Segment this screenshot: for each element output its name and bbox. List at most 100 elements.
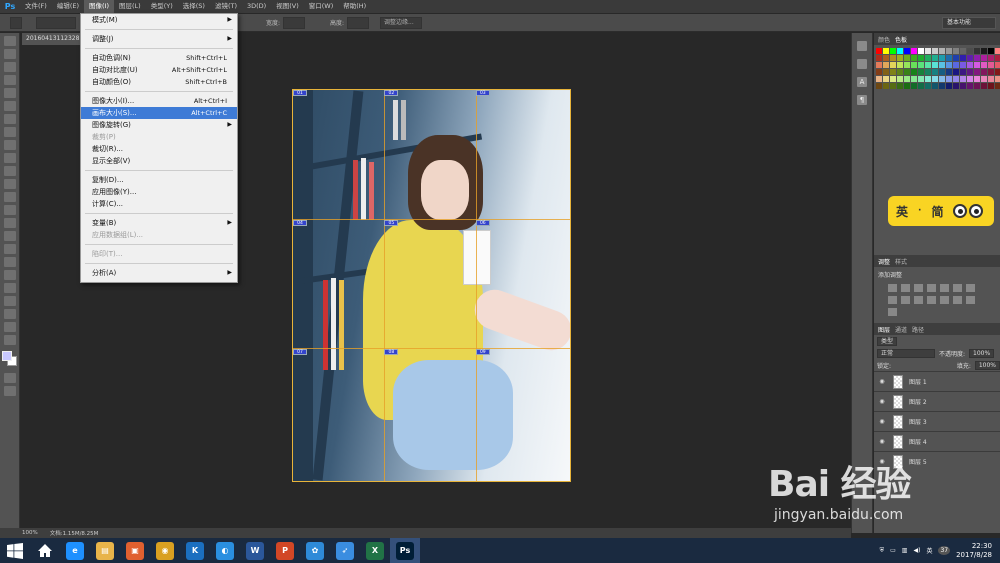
slice-label[interactable]: 06: [475, 220, 490, 227]
tab-paths[interactable]: 路径: [912, 325, 924, 334]
menu-6[interactable]: 滤镜(T): [210, 0, 242, 13]
tab-layers[interactable]: 图层: [878, 325, 890, 334]
width-input[interactable]: [283, 17, 305, 29]
color-swatch[interactable]: [904, 55, 910, 61]
color-swatch[interactable]: [988, 55, 994, 61]
color-swatch[interactable]: [939, 76, 945, 82]
slice-label[interactable]: 08: [384, 349, 399, 356]
color-swatch[interactable]: [946, 62, 952, 68]
document-tab[interactable]: 20160413112328...: [22, 33, 82, 45]
document-image[interactable]: 01 02 03 04 05 06 07 08 09: [292, 89, 571, 482]
paragraph-icon[interactable]: ¶: [857, 95, 867, 105]
color-swatch[interactable]: [995, 83, 1000, 89]
menu-item-0[interactable]: 模式(M) ▶: [81, 14, 237, 26]
menu-item-3[interactable]: 自动对比度(U) Alt+Shift+Ctrl+L: [81, 64, 237, 76]
app-qq-browser-icon[interactable]: ◐: [210, 538, 240, 563]
slice-label[interactable]: 01: [293, 90, 307, 96]
color-swatch[interactable]: [953, 62, 959, 68]
adjustment-icon[interactable]: [888, 296, 897, 304]
tool-icon[interactable]: [3, 218, 16, 228]
color-swatch[interactable]: [918, 76, 924, 82]
color-swatch[interactable]: [918, 69, 924, 75]
color-swatch[interactable]: [932, 83, 938, 89]
menu-5[interactable]: 选择(S): [178, 0, 210, 13]
explorer-icon[interactable]: ▤: [90, 538, 120, 563]
network-icon[interactable]: ▥: [902, 547, 908, 554]
adjustment-icon[interactable]: [901, 284, 910, 292]
character-icon[interactable]: A: [857, 77, 867, 87]
color-swatch[interactable]: [995, 76, 1000, 82]
color-swatch[interactable]: [946, 55, 952, 61]
color-swatch[interactable]: [932, 48, 938, 54]
color-swatch[interactable]: [904, 62, 910, 68]
tool-icon[interactable]: [3, 101, 16, 111]
color-swatch[interactable]: [932, 69, 938, 75]
color-swatch[interactable]: [967, 48, 973, 54]
menu-item-1[interactable]: 调整(J) ▶: [81, 33, 237, 45]
visibility-eye-icon[interactable]: ◉: [877, 458, 887, 465]
tool-icon[interactable]: [3, 114, 16, 124]
tab-color[interactable]: 颜色: [878, 35, 890, 44]
color-swatch[interactable]: [953, 69, 959, 75]
color-swatch[interactable]: [995, 69, 1000, 75]
color-swatch[interactable]: [911, 55, 917, 61]
adjustment-icon[interactable]: [914, 284, 923, 292]
slice-label[interactable]: 09: [475, 349, 490, 356]
adjustment-icon[interactable]: [927, 284, 936, 292]
color-swatch[interactable]: [897, 62, 903, 68]
adjustment-icon[interactable]: [901, 296, 910, 304]
color-swatch[interactable]: [939, 83, 945, 89]
color-swatch[interactable]: [890, 62, 896, 68]
workspace-select[interactable]: 基本功能: [942, 17, 996, 29]
ie-icon[interactable]: e: [60, 538, 90, 563]
color-swatch[interactable]: [876, 76, 882, 82]
color-swatch[interactable]: [988, 62, 994, 68]
color-swatch[interactable]: [883, 69, 889, 75]
foreground-color[interactable]: [1, 351, 12, 361]
color-swatch[interactable]: [974, 62, 980, 68]
color-swatch[interactable]: [890, 69, 896, 75]
color-swatch[interactable]: [918, 62, 924, 68]
selection-mode-buttons[interactable]: [36, 17, 76, 29]
tool-icon[interactable]: [3, 179, 16, 189]
tool-icon[interactable]: [3, 192, 16, 202]
volume-icon[interactable]: ◀): [913, 547, 920, 554]
tool-icon[interactable]: [3, 386, 16, 396]
color-swatch[interactable]: [939, 48, 945, 54]
adjustment-icon[interactable]: [927, 296, 936, 304]
menu-0[interactable]: 文件(F): [20, 0, 52, 13]
menu-item-4[interactable]: 自动颜色(O) Shift+Ctrl+B: [81, 76, 237, 88]
color-swatch[interactable]: [995, 55, 1000, 61]
color-swatch[interactable]: [911, 76, 917, 82]
shield-icon[interactable]: ⛨: [880, 547, 885, 555]
doc-size[interactable]: 文档:1.15M/8.25M: [50, 529, 99, 537]
color-swatch[interactable]: [981, 55, 987, 61]
color-swatch[interactable]: [918, 83, 924, 89]
color-swatch[interactable]: [925, 55, 931, 61]
layer-kind-filter[interactable]: 类型: [877, 336, 898, 346]
color-swatch[interactable]: [946, 48, 952, 54]
tool-icon[interactable]: [3, 231, 16, 241]
color-swatch[interactable]: [981, 76, 987, 82]
color-swatch[interactable]: [897, 55, 903, 61]
tool-icon[interactable]: [3, 127, 16, 137]
color-swatch[interactable]: [897, 83, 903, 89]
adjustment-icon[interactable]: [888, 284, 897, 292]
start-button[interactable]: [0, 538, 30, 563]
color-swatch[interactable]: [890, 76, 896, 82]
color-swatch[interactable]: [904, 83, 910, 89]
color-swatch[interactable]: [967, 83, 973, 89]
color-swatches[interactable]: [1, 351, 18, 367]
visibility-eye-icon[interactable]: ◉: [877, 418, 887, 425]
menu-1[interactable]: 编辑(E): [52, 0, 84, 13]
adjustment-icon[interactable]: [966, 296, 975, 304]
color-swatch[interactable]: [960, 62, 966, 68]
color-swatch[interactable]: [981, 48, 987, 54]
menu-item-12[interactable]: 应用图像(Y)...: [81, 186, 237, 198]
slice-label[interactable]: 07: [293, 349, 307, 356]
color-swatch[interactable]: [925, 69, 931, 75]
menu-item-7[interactable]: 图像旋转(G) ▶: [81, 119, 237, 131]
tab-styles[interactable]: 样式: [895, 257, 907, 266]
visibility-eye-icon[interactable]: ◉: [877, 398, 887, 405]
app-bird-icon[interactable]: ➶: [330, 538, 360, 563]
